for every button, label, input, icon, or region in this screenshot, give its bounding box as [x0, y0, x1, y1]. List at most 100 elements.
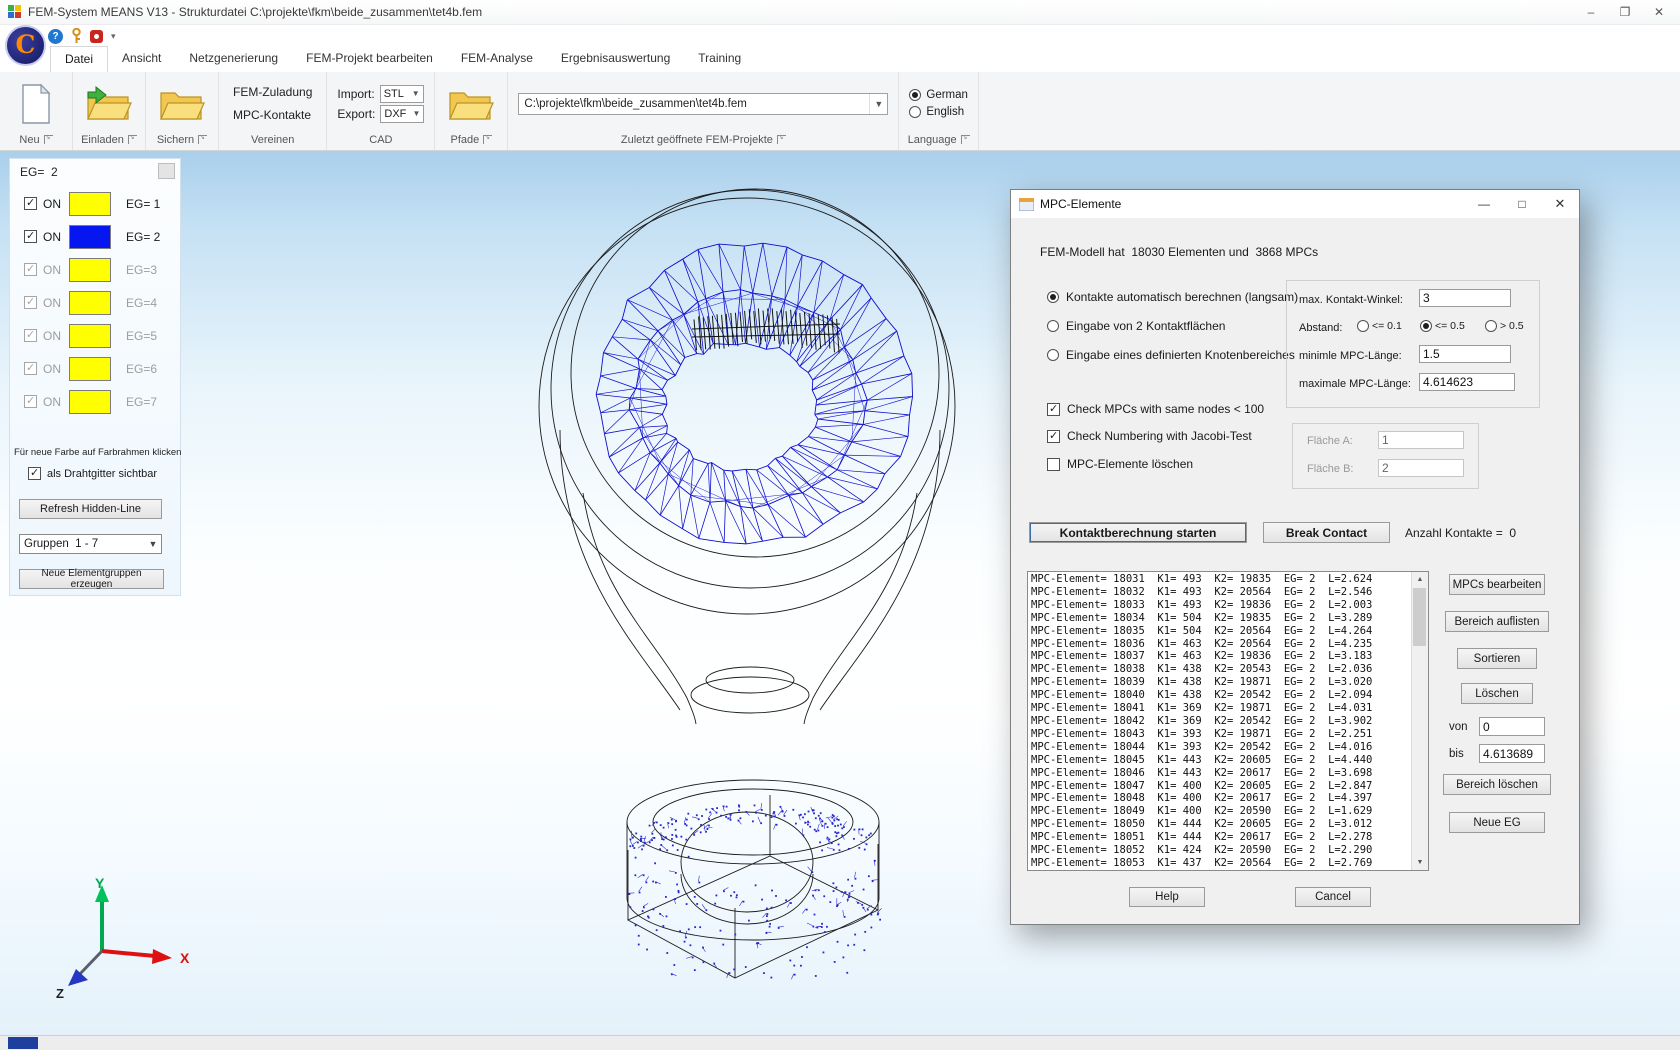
dialog-launcher-icon[interactable]: [777, 135, 786, 144]
check-same-nodes-checkbox[interactable]: Check MPCs with same nodes < 100: [1047, 402, 1264, 416]
mode-auto-radio[interactable]: Kontakte automatisch berechnen (langsam): [1047, 290, 1298, 304]
dialog-launcher-icon[interactable]: [961, 135, 970, 144]
break-contact-button[interactable]: Break Contact: [1263, 522, 1390, 543]
mpc-kontakte-button[interactable]: MPC-Kontakte: [229, 107, 315, 123]
neue-eg-button[interactable]: Neue EG: [1449, 812, 1545, 833]
eg-color-swatch[interactable]: [69, 225, 111, 249]
eg-color-swatch[interactable]: [69, 357, 111, 381]
mpc-list-item[interactable]: MPC-Element= 18046 K1= 443 K2= 20617 EG=…: [1031, 767, 1411, 780]
mpc-list-item[interactable]: MPC-Element= 18037 K1= 463 K2= 19836 EG=…: [1031, 650, 1411, 663]
fem-zuladung-button[interactable]: FEM-Zuladung: [229, 84, 316, 100]
tab-fem-projekt-bearbeiten[interactable]: FEM-Projekt bearbeiten: [292, 46, 447, 72]
mode-two-surfaces-radio[interactable]: Eingabe von 2 Kontaktflächen: [1047, 319, 1225, 333]
mpc-list-item[interactable]: MPC-Element= 18038 K1= 438 K2= 20543 EG=…: [1031, 663, 1411, 676]
mpc-list-item[interactable]: MPC-Element= 18053 K1= 437 K2= 20564 EG=…: [1031, 857, 1411, 869]
dialog-launcher-icon[interactable]: [128, 135, 137, 144]
mpc-list-item[interactable]: MPC-Element= 18035 K1= 504 K2= 20564 EG=…: [1031, 625, 1411, 638]
min-mpc-laenge-input[interactable]: [1419, 345, 1511, 363]
tab-ergebnisauswertung[interactable]: Ergebnisauswertung: [547, 46, 684, 72]
scroll-down-icon[interactable]: ▼: [1412, 855, 1428, 870]
dialog-title-bar[interactable]: MPC-Elemente — □ ✕: [1011, 190, 1579, 218]
mpc-list-item[interactable]: MPC-Element= 18031 K1= 493 K2= 19835 EG=…: [1031, 573, 1411, 586]
mode-node-range-radio[interactable]: Eingabe eines definierten Knotenbereiche…: [1047, 348, 1295, 362]
tab-fem-analyse[interactable]: FEM-Analyse: [447, 46, 547, 72]
tab-training[interactable]: Training: [684, 46, 755, 72]
kontaktberechnung-starten-button[interactable]: Kontaktberechnung starten: [1029, 522, 1247, 543]
eg-color-swatch[interactable]: [69, 192, 111, 216]
scrollbar[interactable]: ▲ ▼: [1411, 572, 1428, 870]
dialog-launcher-icon[interactable]: [198, 135, 207, 144]
mpc-loeschen-checkbox[interactable]: MPC-Elemente löschen: [1047, 457, 1193, 471]
dialog-close-button[interactable]: ✕: [1541, 190, 1579, 218]
mpc-list-item[interactable]: MPC-Element= 18051 K1= 444 K2= 20617 EG=…: [1031, 831, 1411, 844]
einladen-button[interactable]: [83, 80, 135, 128]
tab-ansicht[interactable]: Ansicht: [108, 46, 175, 72]
new-element-groups-button[interactable]: Neue Elementgruppen erzeugen: [19, 569, 164, 589]
help-button[interactable]: Help: [1129, 887, 1205, 907]
eg-on-checkbox[interactable]: [24, 296, 37, 309]
dialog-launcher-icon[interactable]: [44, 135, 53, 144]
mpcs-bearbeiten-button[interactable]: MPCs bearbeiten: [1449, 574, 1545, 595]
groups-dropdown[interactable]: Gruppen 1 - 7 ▼: [19, 534, 162, 554]
dialog-launcher-icon[interactable]: [483, 135, 492, 144]
mpc-list-item[interactable]: MPC-Element= 18032 K1= 493 K2= 20564 EG=…: [1031, 586, 1411, 599]
mpc-list-item[interactable]: MPC-Element= 18034 K1= 504 K2= 19835 EG=…: [1031, 612, 1411, 625]
dialog-minimize-button[interactable]: —: [1465, 190, 1503, 218]
start-button[interactable]: [8, 1037, 38, 1049]
eg-on-checkbox[interactable]: [24, 197, 37, 210]
cancel-button[interactable]: Cancel: [1295, 887, 1371, 907]
mpc-list-item[interactable]: MPC-Element= 18050 K1= 444 K2= 20605 EG=…: [1031, 818, 1411, 831]
eg-color-swatch[interactable]: [69, 291, 111, 315]
abstand-gt05-radio[interactable]: > 0.5: [1485, 320, 1524, 332]
eg-on-checkbox[interactable]: [24, 230, 37, 243]
window-close-button[interactable]: ✕: [1642, 0, 1676, 24]
neu-button[interactable]: [10, 80, 62, 128]
eg-on-checkbox[interactable]: [24, 329, 37, 342]
scroll-up-icon[interactable]: ▲: [1412, 572, 1428, 587]
sichern-button[interactable]: [156, 80, 208, 128]
kontakt-winkel-input[interactable]: [1419, 289, 1511, 307]
record-icon[interactable]: [90, 30, 103, 43]
bereich-loeschen-button[interactable]: Bereich löschen: [1443, 774, 1551, 795]
language-english-radio[interactable]: English: [909, 106, 964, 118]
key-icon[interactable]: [71, 28, 82, 44]
von-input[interactable]: [1479, 717, 1545, 736]
eg-color-swatch[interactable]: [69, 324, 111, 348]
wireframe-visible-checkbox[interactable]: als Drahtgitter sichtbar: [28, 467, 157, 480]
mpc-list-item[interactable]: MPC-Element= 18036 K1= 463 K2= 20564 EG=…: [1031, 638, 1411, 651]
mpc-list-item[interactable]: MPC-Element= 18052 K1= 424 K2= 20590 EG=…: [1031, 844, 1411, 857]
mpc-list-item[interactable]: MPC-Element= 18041 K1= 369 K2= 19871 EG=…: [1031, 702, 1411, 715]
bis-input[interactable]: [1479, 744, 1545, 763]
mpc-list-item[interactable]: MPC-Element= 18033 K1= 493 K2= 19836 EG=…: [1031, 599, 1411, 612]
window-maximize-button[interactable]: ❐: [1608, 0, 1642, 24]
mpc-list-item[interactable]: MPC-Element= 18045 K1= 443 K2= 20605 EG=…: [1031, 754, 1411, 767]
eg-on-checkbox[interactable]: [24, 395, 37, 408]
tab-datei[interactable]: Datei: [50, 46, 108, 72]
chevron-down-icon[interactable]: ▼: [869, 94, 887, 114]
abstand-01-radio[interactable]: <= 0.1: [1357, 320, 1402, 332]
export-format-select[interactable]: DXF▼: [380, 105, 424, 123]
eg-on-checkbox[interactable]: [24, 263, 37, 276]
import-format-select[interactable]: STL▼: [380, 85, 424, 103]
eg-on-checkbox[interactable]: [24, 362, 37, 375]
mpc-list-item[interactable]: MPC-Element= 18049 K1= 400 K2= 20590 EG=…: [1031, 805, 1411, 818]
panel-close-button[interactable]: [158, 163, 175, 179]
abstand-05-radio[interactable]: <= 0.5: [1420, 320, 1465, 332]
language-german-radio[interactable]: German: [909, 89, 968, 101]
window-minimize-button[interactable]: –: [1574, 0, 1608, 24]
max-mpc-laenge-input[interactable]: [1419, 373, 1515, 391]
sortieren-button[interactable]: Sortieren: [1457, 648, 1537, 669]
dialog-maximize-button[interactable]: □: [1503, 190, 1541, 218]
bereich-auflisten-button[interactable]: Bereich auflisten: [1445, 611, 1549, 632]
mpc-list-item[interactable]: MPC-Element= 18042 K1= 369 K2= 20542 EG=…: [1031, 715, 1411, 728]
customize-toolbar-icon[interactable]: ▾: [111, 31, 116, 42]
mpc-list-item[interactable]: MPC-Element= 18048 K1= 400 K2= 20617 EG=…: [1031, 792, 1411, 805]
tab-netzgenerierung[interactable]: Netzgenerierung: [175, 46, 292, 72]
refresh-hidden-line-button[interactable]: Refresh Hidden-Line: [19, 499, 162, 519]
eg-color-swatch[interactable]: [69, 258, 111, 282]
mpc-list-item[interactable]: MPC-Element= 18043 K1= 393 K2= 19871 EG=…: [1031, 728, 1411, 741]
recent-projects-combobox[interactable]: C:\projekte\fkm\beide_zusammen\tet4b.fem…: [518, 93, 888, 115]
help-icon[interactable]: ?: [48, 29, 63, 44]
scrollbar-thumb[interactable]: [1413, 588, 1426, 646]
eg-color-swatch[interactable]: [69, 390, 111, 414]
